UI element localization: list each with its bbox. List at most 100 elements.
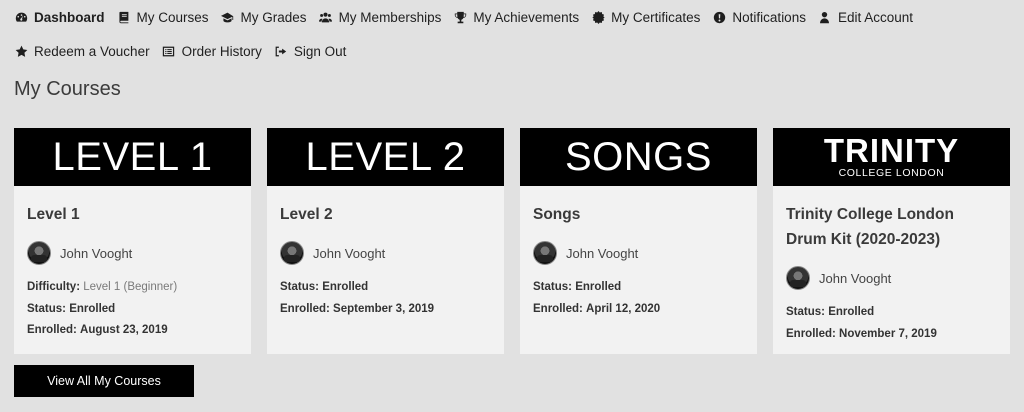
course-author: John Vooght xyxy=(533,241,744,265)
status-value: Enrolled xyxy=(575,281,622,293)
nav-item-my-grades[interactable]: My Grades xyxy=(221,10,307,25)
nav-item-my-memberships[interactable]: My Memberships xyxy=(319,9,442,25)
author-name: John Vooght xyxy=(819,270,892,286)
nav-item-sign-out[interactable]: Sign Out xyxy=(274,43,347,59)
enrolled-row: Enrolled: November 7, 2019 xyxy=(786,324,997,346)
status-value: Enrolled xyxy=(828,306,875,318)
nav-item-notifications[interactable]: Notifications xyxy=(712,10,806,25)
enrolled-label: Enrolled: xyxy=(27,324,77,336)
page-title: My Courses xyxy=(14,78,121,100)
nav-label: Edit Account xyxy=(837,9,914,25)
course-author: John Vooght xyxy=(280,241,491,265)
course-banner[interactable]: SONGS xyxy=(520,128,757,186)
status-value: Enrolled xyxy=(322,281,369,293)
nav-label: Order History xyxy=(181,43,262,59)
course-banner[interactable]: LEVEL 2 xyxy=(267,128,504,186)
course-banner[interactable]: LEVEL 1 xyxy=(14,128,251,186)
nav-item-my-courses[interactable]: My Courses xyxy=(117,10,209,25)
course-meta: Difficulty: Level 1 (Beginner) Status: E… xyxy=(27,277,238,342)
enrolled-label: Enrolled: xyxy=(280,302,330,315)
course-card-body: Level 1 John Vooght Difficulty: Level 1 … xyxy=(14,186,251,342)
course-title[interactable]: Trinity College London Drum Kit (2020-20… xyxy=(786,202,997,252)
status-row: Status: Enrolled xyxy=(280,277,491,299)
nav-item-dashboard[interactable]: Dashboard xyxy=(14,10,105,25)
enrolled-row: Enrolled: April 12, 2020 xyxy=(533,299,744,321)
course-grid: LEVEL 1 Level 1 John Vooght Difficulty: … xyxy=(14,128,1010,354)
nav-label: Sign Out xyxy=(293,43,347,59)
nav-label: Notifications xyxy=(732,9,806,25)
certificate-icon xyxy=(591,10,605,24)
status-label: Status: xyxy=(533,281,572,293)
graduation-cap-icon xyxy=(221,10,235,24)
enrolled-label: Enrolled: xyxy=(533,302,583,315)
enrolled-value: November 7, 2019 xyxy=(839,327,937,340)
course-card-level-2[interactable]: LEVEL 2 Level 2 John Vooght Status: Enro… xyxy=(267,128,504,354)
user-icon xyxy=(818,10,832,24)
course-title[interactable]: Songs xyxy=(533,202,744,227)
nav-row-primary: Dashboard My Courses My Grades My Member… xyxy=(14,0,1014,34)
nav-item-redeem-voucher[interactable]: Redeem a Voucher xyxy=(14,44,150,59)
avatar xyxy=(786,266,810,290)
nav-row-secondary: Redeem a Voucher Order History Sign Out xyxy=(14,34,1014,68)
nav-label: My Courses xyxy=(136,9,209,25)
nav-label: My Memberships xyxy=(338,9,442,25)
nav-label: Dashboard xyxy=(34,9,105,25)
course-card-songs[interactable]: SONGS Songs John Vooght Status: Enrolled… xyxy=(520,128,757,354)
list-alt-icon xyxy=(162,44,176,58)
avatar xyxy=(280,241,304,265)
exclamation-circle-icon xyxy=(712,10,726,24)
sign-out-icon xyxy=(274,44,288,58)
nav-item-my-achievements[interactable]: My Achievements xyxy=(453,10,579,25)
star-icon xyxy=(14,44,28,58)
nav-item-my-certificates[interactable]: My Certificates xyxy=(591,10,700,25)
status-label: Status: xyxy=(280,281,319,293)
nav-item-edit-account[interactable]: Edit Account xyxy=(818,10,913,25)
status-label: Status: xyxy=(786,306,825,318)
enrolled-row: Enrolled: September 3, 2019 xyxy=(280,299,491,321)
course-author: John Vooght xyxy=(786,266,997,290)
status-row: Status: Enrolled xyxy=(533,277,744,299)
enrolled-value: August 23, 2019 xyxy=(80,324,168,336)
author-name: John Vooght xyxy=(313,245,386,261)
course-meta: Status: Enrolled Enrolled: November 7, 2… xyxy=(786,302,997,345)
course-card-trinity[interactable]: TRINITY COLLEGE LONDON Trinity College L… xyxy=(773,128,1010,354)
course-card-level-1[interactable]: LEVEL 1 Level 1 John Vooght Difficulty: … xyxy=(14,128,251,354)
course-meta: Status: Enrolled Enrolled: April 12, 202… xyxy=(533,277,744,320)
course-author: John Vooght xyxy=(27,241,238,265)
nav-label: My Achievements xyxy=(473,9,580,25)
course-title[interactable]: Level 1 xyxy=(27,202,238,227)
enrolled-value: April 12, 2020 xyxy=(586,302,661,315)
tachometer-icon xyxy=(14,10,28,24)
view-all-courses-button[interactable]: View All My Courses xyxy=(14,365,194,397)
course-card-body: Level 2 John Vooght Status: Enrolled Enr… xyxy=(267,186,504,320)
nav-label: My Certificates xyxy=(611,9,701,25)
avatar xyxy=(533,241,557,265)
course-meta: Status: Enrolled Enrolled: September 3, … xyxy=(280,277,491,320)
course-card-body: Songs John Vooght Status: Enrolled Enrol… xyxy=(520,186,757,320)
course-title[interactable]: Level 2 xyxy=(280,202,491,227)
difficulty-row: Difficulty: Level 1 (Beginner) xyxy=(27,277,238,299)
course-card-body: Trinity College London Drum Kit (2020-20… xyxy=(773,186,1010,345)
status-label: Status: xyxy=(27,302,66,315)
avatar xyxy=(27,241,51,265)
users-icon xyxy=(319,10,333,24)
enrolled-row: Enrolled: August 23, 2019 xyxy=(27,320,238,342)
difficulty-value: Level 1 (Beginner) xyxy=(83,281,178,293)
trinity-logo-subtext: COLLEGE LONDON xyxy=(838,167,945,179)
status-row: Status: Enrolled xyxy=(27,299,238,321)
enrolled-label: Enrolled: xyxy=(786,327,836,340)
account-navigation: Dashboard My Courses My Grades My Member… xyxy=(14,0,1014,68)
author-name: John Vooght xyxy=(566,245,639,261)
status-row: Status: Enrolled xyxy=(786,302,997,324)
book-icon xyxy=(117,10,131,24)
trophy-icon xyxy=(453,10,467,24)
author-name: John Vooght xyxy=(60,245,133,261)
course-banner[interactable]: TRINITY COLLEGE LONDON xyxy=(773,128,1010,186)
nav-item-order-history[interactable]: Order History xyxy=(162,44,262,59)
difficulty-label: Difficulty: xyxy=(27,281,81,293)
nav-label: Redeem a Voucher xyxy=(34,43,150,59)
nav-label: My Grades xyxy=(240,9,307,25)
enrolled-value: September 3, 2019 xyxy=(333,302,435,315)
status-value: Enrolled xyxy=(69,302,116,315)
trinity-logo-text: TRINITY xyxy=(823,132,960,169)
